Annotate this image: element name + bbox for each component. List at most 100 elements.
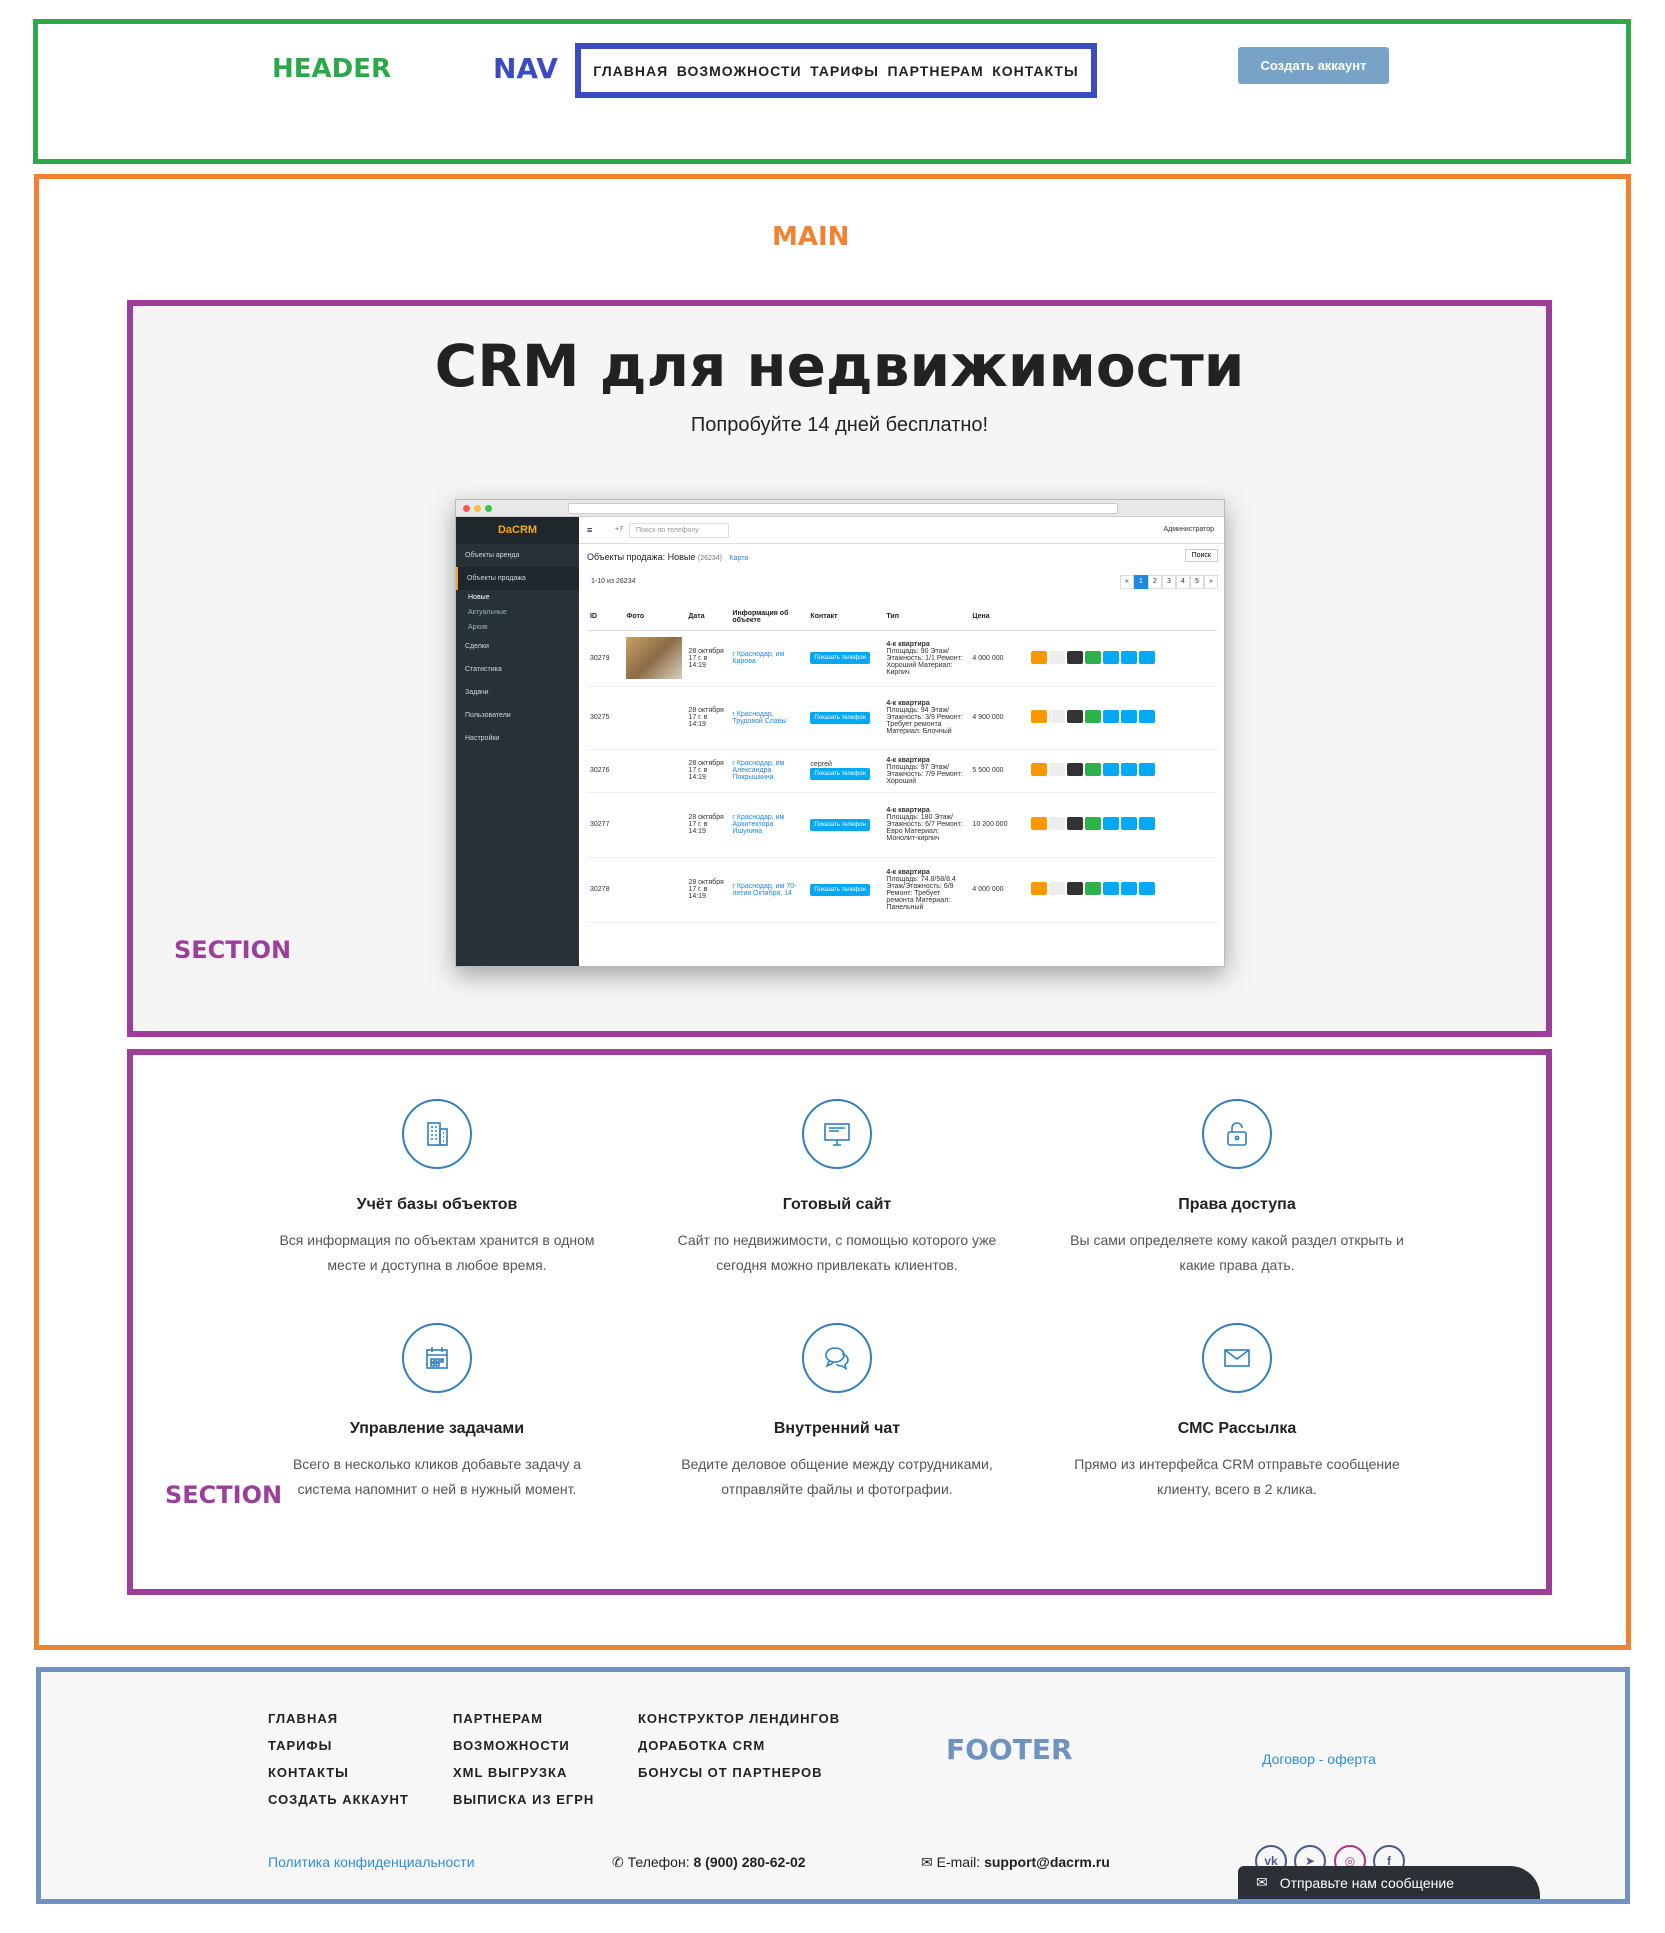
app-page-count: (26234) [697, 555, 723, 562]
app-brand: DaCRM [456, 517, 579, 544]
row-action-icon [1049, 763, 1066, 776]
cell-contact: сергей Показать телефон [807, 749, 884, 793]
cell-date: 28 октября 17 г. в 14:19 [685, 630, 730, 687]
cell-address: г Краснодар, им Архитектора Ишунина [729, 792, 808, 858]
row-action-icon [1103, 650, 1120, 664]
show-phone-button: Показать телефон [810, 883, 870, 896]
row-action-icon [1103, 763, 1120, 776]
footer-link-pricing[interactable]: ТАРИФЫ [268, 1738, 409, 1765]
main-nav: ГЛАВНАЯ ВОЗМОЖНОСТИ ТАРИФЫ ПАРТНЕРАМ КОН… [575, 43, 1097, 98]
nav-link-home[interactable]: ГЛАВНАЯ [593, 63, 668, 79]
table-header-row: ID Фото Дата Информация об объекте Конта… [587, 604, 1217, 631]
nav-link-pricing[interactable]: ТАРИФЫ [810, 63, 879, 79]
nav-link-contacts[interactable]: КОНТАКТЫ [992, 63, 1078, 79]
chat-widget[interactable]: ✉ Отправьте нам сообщение [1238, 1866, 1540, 1899]
sidebar-item-settings: Настройки [465, 735, 500, 742]
cell-photo [623, 686, 686, 750]
feature-title: Управление задачами [349, 1420, 525, 1437]
cell-type: 4-к квартира Площадь: 74.8/58/8.4 Этаж/Эт… [883, 857, 970, 923]
footer-link-contacts[interactable]: КОНТАКТЫ [268, 1765, 409, 1792]
feature-card: Готовый сайт Сайт по недвижимости, с пом… [657, 1099, 1017, 1278]
row-action-icon [1049, 817, 1066, 830]
footer-link-create-account[interactable]: СОЗДАТЬ АККАУНТ [268, 1792, 409, 1819]
footer-email: ✉ E-mail: support@dacrm.ru [921, 1854, 1110, 1871]
col-actions [1028, 604, 1217, 631]
feature-card: Внутренний чат Ведите деловое общение ме… [657, 1323, 1017, 1502]
footer-link-xml[interactable]: XML ВЫГРУЗКА [453, 1765, 594, 1792]
close-dot-icon [463, 505, 470, 512]
table-row: 30275 28 октября 17 г. в 14:19 г Краснодар… [587, 686, 1217, 750]
nav-link-features[interactable]: ВОЗМОЖНОСТИ [677, 63, 802, 79]
phone-number[interactable]: 8 (900) 280-62-02 [693, 1854, 805, 1870]
create-account-button[interactable]: Создать аккаунт [1238, 47, 1389, 84]
cell-date: 28 октября 17 г. в 14:19 [685, 792, 730, 858]
page-prev: « [1120, 575, 1134, 589]
chat-icon [802, 1323, 872, 1393]
row-action-icon [1067, 882, 1084, 895]
envelope-icon: ✉ [1256, 1874, 1268, 1890]
cell-id: 30277 [587, 792, 624, 858]
listing-type: 4-к квартира [886, 807, 930, 814]
feature-text: Всего в несколько кликов добавьте задачу… [292, 1456, 582, 1497]
hero-title: CRM для недвижимости [434, 332, 1245, 400]
pagination: « 1 2 3 4 5 » [1120, 575, 1218, 589]
footer-phone: ✆ Телефон: 8 (900) 280-62-02 [612, 1854, 806, 1871]
footer-link-bonuses[interactable]: БОНУСЫ ОТ ПАРТНЕРОВ [638, 1765, 840, 1792]
feature-card: Управление задачами Всего в несколько кл… [257, 1323, 617, 1502]
nav-link-partners[interactable]: ПАРТНЕРАМ [887, 63, 983, 79]
footer-link-egrn[interactable]: ВЫПИСКА ИЗ ЕГРН [453, 1792, 594, 1819]
cell-address: г Краснодар, им Александра Покрышкина [729, 749, 808, 793]
show-phone-button: Показать телефон [810, 768, 870, 780]
sidebar-item-rent: Объекты аренда [465, 552, 520, 559]
row-action-icon [1085, 882, 1102, 895]
row-action-icon [1067, 817, 1084, 830]
oferta-link[interactable]: Договор - оферта [1262, 1751, 1376, 1767]
row-action-icon [1103, 817, 1120, 830]
nav-annotation-label: NAV [493, 52, 558, 85]
lock-icon [1202, 1099, 1272, 1169]
listing-details: Площадь: 180 Этаж/Этажность: 6/7 Ремонт:… [886, 814, 963, 842]
cell-type: 4-к квартира Площадь: 97 Этаж/Этажность: … [883, 749, 970, 793]
cell-price: 5 500 000 [969, 749, 1029, 793]
listing-type: 4-к квартира [886, 700, 930, 707]
menu-icon: ≡ [587, 525, 593, 535]
listing-type: 4-к квартира [886, 756, 930, 764]
listing-type: 4-к квартира [886, 640, 930, 648]
col-id: ID [587, 604, 624, 631]
cell-id: 30276 [587, 749, 624, 793]
listing-details: Площадь: 97 Этаж/Этажность: 7/9 Ремонт: … [886, 763, 963, 785]
cell-contact: Показать телефон [807, 630, 884, 687]
app-screenshot: DaCRM Объекты аренда Объекты продажа Нов… [455, 499, 1225, 967]
phone-prefix: +7 [615, 526, 623, 533]
cell-actions [1028, 792, 1217, 858]
footer-link-features[interactable]: ВОЗМОЖНОСТИ [453, 1738, 594, 1765]
row-action-icon [1121, 650, 1138, 664]
col-contact: Контакт [807, 604, 884, 631]
footer-annotation-label: FOOTER [946, 1733, 1073, 1766]
listing-photo [626, 637, 683, 679]
feature-card: Учёт базы объектов Вся информация по объ… [257, 1099, 617, 1278]
listing-details: Площадь: 90 Этаж/Этажность: 1/1 Ремонт: … [886, 647, 963, 676]
footer-links-col-2: ПАРТНЕРАМ ВОЗМОЖНОСТИ XML ВЫГРУЗКА ВЫПИС… [453, 1711, 594, 1819]
email-address[interactable]: support@dacrm.ru [984, 1854, 1110, 1870]
cell-photo [623, 630, 686, 687]
footer-link-partners[interactable]: ПАРТНЕРАМ [453, 1711, 594, 1738]
footer-link-home[interactable]: ГЛАВНАЯ [268, 1711, 409, 1738]
sidebar-item-deals: Сделки [465, 643, 489, 650]
sidebar-item-stats: Статистика [465, 666, 502, 673]
privacy-link[interactable]: Политика конфиденциальности [268, 1854, 475, 1870]
feature-text: Прямо из интерфейса CRM отправьте сообще… [1074, 1456, 1400, 1497]
footer-link-crm-dev[interactable]: ДОРАБОТКА CRM [638, 1738, 840, 1765]
cell-id: 30279 [587, 630, 624, 687]
page-1: 1 [1134, 575, 1148, 589]
section-annotation-label: SECTION [174, 936, 292, 964]
app-content: Объекты продажа: Новые (26234) Карта Пои… [579, 545, 1224, 966]
page-5: 5 [1190, 575, 1204, 589]
feature-title: Готовый сайт [782, 1196, 892, 1213]
feature-text: Вся информация по объектам хранится в од… [279, 1232, 595, 1273]
chat-widget-label: Отправьте нам сообщение [1279, 1874, 1455, 1891]
cell-actions [1028, 686, 1217, 750]
footer-link-landing-builder[interactable]: КОНСТРУКТОР ЛЕНДИНГОВ [638, 1711, 840, 1738]
row-action-icon [1067, 650, 1084, 664]
page-2: 2 [1148, 575, 1162, 589]
